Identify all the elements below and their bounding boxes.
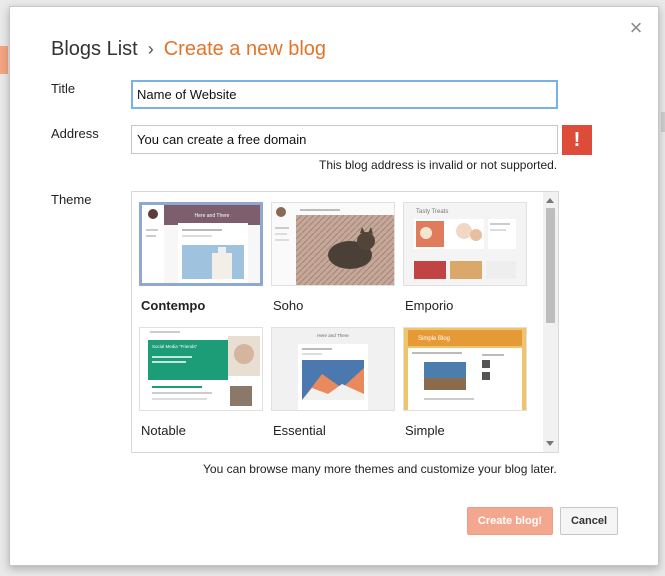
notable-preview: Social Media "Friends" bbox=[140, 328, 262, 410]
theme-name-soho: Soho bbox=[273, 298, 304, 313]
theme-thumbnail-emporio[interactable]: Tasty Treats bbox=[403, 202, 527, 286]
title-input[interactable] bbox=[131, 80, 558, 109]
theme-name-simple: Simple bbox=[405, 423, 445, 438]
simple-thumb-title: Simple Blog bbox=[418, 336, 450, 342]
theme-label: Theme bbox=[51, 192, 92, 207]
create-blog-button[interactable]: Create blog! bbox=[467, 507, 553, 535]
scroll-up-icon[interactable] bbox=[546, 198, 554, 203]
theme-thumbnail-simple[interactable]: Simple Blog bbox=[403, 327, 527, 411]
soho-preview bbox=[272, 203, 394, 285]
contempo-thumb-title: Here and There bbox=[195, 213, 230, 219]
essential-preview: Here and There bbox=[272, 328, 394, 410]
scroll-thumb[interactable] bbox=[546, 208, 555, 323]
close-icon[interactable]: × bbox=[627, 17, 645, 39]
title-label: Title bbox=[51, 81, 76, 96]
notable-thumb-banner: Social Media "Friends" bbox=[152, 344, 198, 349]
breadcrumb: Blogs List › Create a new blog bbox=[51, 38, 326, 61]
essential-thumb-title: Here and There bbox=[317, 333, 349, 338]
create-blog-dialog: × Blogs List › Create a new blog Title Add… bbox=[9, 6, 659, 566]
cancel-button[interactable]: Cancel bbox=[560, 507, 618, 535]
address-label: Address bbox=[51, 126, 99, 141]
background-accent bbox=[0, 46, 8, 74]
page-title: Create a new blog bbox=[163, 38, 327, 60]
contempo-preview: Here and There bbox=[142, 205, 260, 283]
theme-name-contempo: Contempo bbox=[141, 298, 206, 313]
emporio-thumb-title: Tasty Treats bbox=[416, 209, 448, 215]
address-input[interactable] bbox=[131, 125, 558, 154]
chevron-right-icon: › bbox=[147, 39, 154, 59]
theme-thumbnail-soho[interactable] bbox=[271, 202, 395, 286]
emporio-preview: Tasty Treats bbox=[404, 203, 526, 285]
theme-name-notable: Notable bbox=[141, 423, 186, 438]
theme-thumbnail-contempo[interactable]: Here and There bbox=[139, 202, 263, 286]
themes-footnote: You can browse many more themes and cust… bbox=[203, 462, 557, 476]
breadcrumb-blogs-list[interactable]: Blogs List bbox=[51, 38, 138, 60]
address-error-message: This blog address is invalid or not supp… bbox=[319, 158, 558, 172]
theme-picker: Here and There Contempo Soho Tasty Treat… bbox=[131, 191, 559, 453]
theme-scrollbar[interactable] bbox=[543, 192, 558, 452]
theme-name-essential: Essential bbox=[273, 423, 326, 438]
simple-preview: Simple Blog bbox=[404, 328, 526, 410]
theme-thumbnail-essential[interactable]: Here and There bbox=[271, 327, 395, 411]
error-icon: ! bbox=[562, 125, 592, 155]
background-edge bbox=[661, 112, 665, 132]
scroll-down-icon[interactable] bbox=[546, 441, 554, 446]
theme-name-emporio: Emporio bbox=[405, 298, 454, 313]
theme-thumbnail-notable[interactable]: Social Media "Friends" bbox=[139, 327, 263, 411]
